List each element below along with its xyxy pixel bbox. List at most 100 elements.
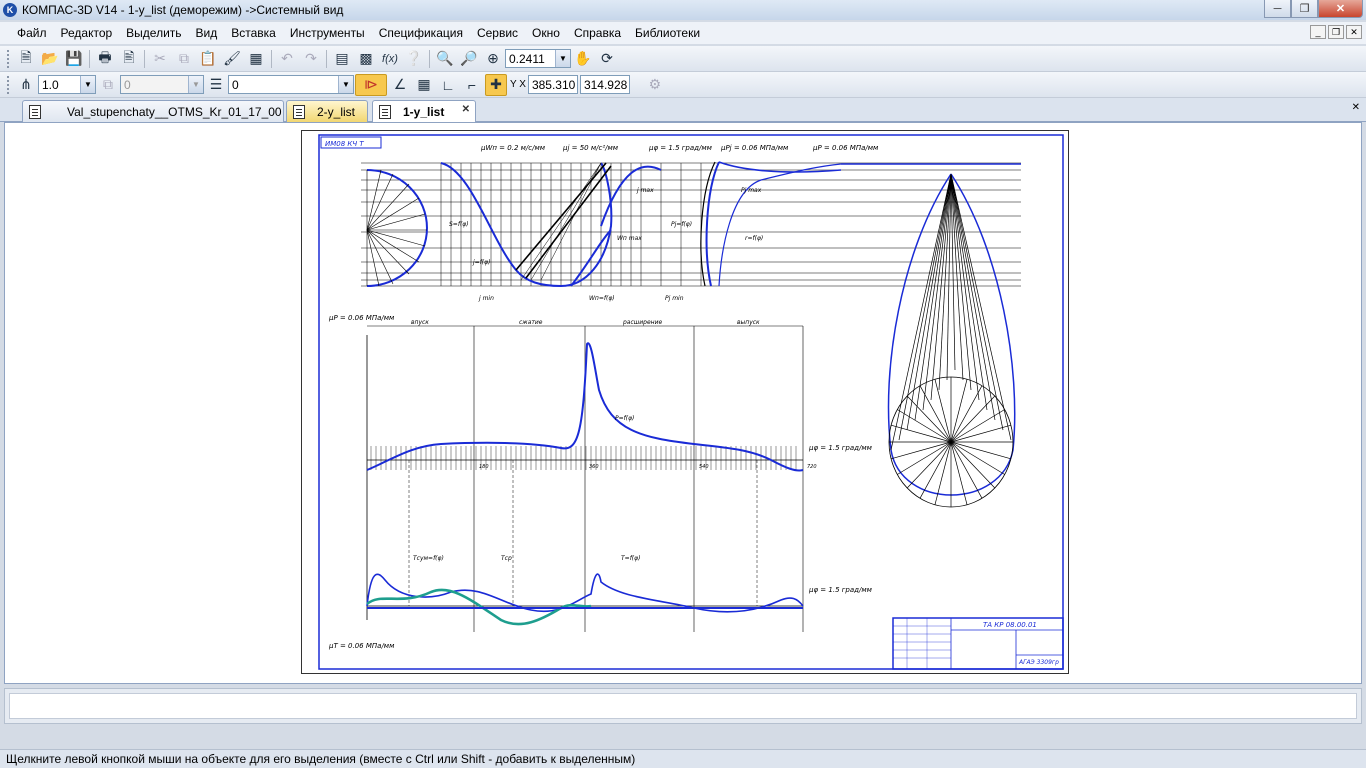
paste-button[interactable]: 📋 bbox=[197, 48, 219, 70]
label-mu-p: μP = 0.06 МПа/мм bbox=[328, 314, 395, 322]
drawing-workspace[interactable]: ИМ08 КЧ Т μWп = 0.2 м/с/мм μj = 50 м/с²/… bbox=[4, 122, 1362, 684]
close-button[interactable]: ✕ bbox=[1318, 0, 1363, 18]
kompas-app-icon[interactable]: K bbox=[3, 3, 17, 17]
new-file-icon: 🗎 bbox=[20, 48, 32, 65]
menu-help[interactable]: Справка bbox=[567, 26, 628, 40]
refresh-button[interactable]: ⟳ bbox=[596, 48, 618, 70]
chevron-down-icon[interactable]: ▼ bbox=[338, 76, 353, 93]
menu-tools[interactable]: Инструменты bbox=[283, 26, 372, 40]
ortho-button[interactable]: ⌐ bbox=[461, 74, 483, 96]
local-cs-button[interactable]: ∟ bbox=[437, 74, 459, 96]
function-icon: f(x) bbox=[382, 52, 398, 65]
zoom-scale-icon: ⊕ bbox=[487, 50, 499, 66]
manager-button[interactable]: ▤ bbox=[331, 48, 353, 70]
tab-2-y-list[interactable]: 2-y_list bbox=[286, 100, 368, 122]
close-icon[interactable]: ✕ bbox=[462, 104, 470, 115]
tab-label: 2-y_list bbox=[317, 104, 356, 119]
stamp-code: ТА КР 08.00.01 bbox=[983, 621, 1037, 629]
snap-button[interactable]: ⧐ bbox=[355, 73, 387, 96]
printer-icon: 🖶 bbox=[98, 48, 112, 65]
context-help-button[interactable]: ❔ bbox=[403, 48, 425, 70]
label-wn-f: Wп=f(φ) bbox=[589, 295, 615, 302]
zoom-scale-button[interactable]: ⊕ bbox=[482, 48, 504, 70]
grid-button[interactable]: ▦ bbox=[413, 74, 435, 96]
menu-select[interactable]: Выделить bbox=[119, 26, 188, 40]
menu-libraries[interactable]: Библиотеки bbox=[628, 26, 707, 40]
round-button[interactable]: ✚ bbox=[485, 73, 507, 96]
property-panel bbox=[4, 688, 1362, 724]
zoom-combo[interactable]: 0.2411 ▼ bbox=[505, 49, 571, 68]
chevron-down-icon[interactable]: ▼ bbox=[80, 76, 95, 93]
layer-button[interactable]: ⧉ bbox=[97, 74, 119, 96]
label-pj-max: Pj max bbox=[741, 187, 762, 194]
doc-minimize-button[interactable]: _ bbox=[1310, 25, 1326, 39]
coord-x-field[interactable]: 385.310 bbox=[527, 75, 578, 94]
menu-window[interactable]: Окно bbox=[525, 26, 567, 40]
property-panel-content[interactable] bbox=[9, 693, 1357, 719]
zoom-window-button[interactable]: 🔎 bbox=[458, 48, 480, 70]
status-hint: Щелкните левой кнопкой мыши на объекте д… bbox=[6, 752, 636, 766]
local-snap-button[interactable]: ∠ bbox=[389, 74, 411, 96]
undo-button[interactable]: ↶ bbox=[276, 48, 298, 70]
print-button[interactable]: 🖶 bbox=[94, 48, 116, 70]
redo-button[interactable]: ↷ bbox=[300, 48, 322, 70]
variables-button[interactable]: ▩ bbox=[355, 48, 377, 70]
format-brush-button[interactable]: 🖌 bbox=[221, 48, 243, 70]
local-snap-icon: ∠ bbox=[393, 76, 407, 92]
menu-specification[interactable]: Спецификация bbox=[372, 26, 470, 40]
menu-insert[interactable]: Вставка bbox=[224, 26, 283, 40]
pan-button[interactable]: ✋ bbox=[572, 48, 594, 70]
maximize-button[interactable]: ❐ bbox=[1291, 0, 1318, 18]
label-mu-p-right: μP = 0.06 МПа/мм bbox=[812, 144, 879, 152]
open-button[interactable]: 📂 bbox=[39, 48, 61, 70]
zoom-value: 0.2411 bbox=[509, 51, 545, 66]
chevron-down-icon[interactable]: ▼ bbox=[188, 76, 203, 93]
document-icon bbox=[379, 105, 391, 119]
zoom-in-button[interactable]: 🔍 bbox=[434, 48, 456, 70]
chevron-down-icon[interactable]: ▼ bbox=[555, 50, 570, 67]
magnet-icon: ⧐ bbox=[364, 76, 378, 92]
new-document-button[interactable]: 🗎 bbox=[15, 48, 37, 70]
drawing-sheet[interactable]: ИМ08 КЧ Т μWп = 0.2 м/с/мм μj = 50 м/с²/… bbox=[301, 130, 1069, 674]
properties-button[interactable]: ▦ bbox=[245, 48, 267, 70]
toolbar-grip[interactable] bbox=[7, 49, 11, 68]
pan-icon: ✋ bbox=[574, 50, 592, 66]
close-icon: ✕ bbox=[1335, 3, 1346, 15]
param-button[interactable]: ⚙ bbox=[644, 74, 666, 96]
xy-icon: Y X bbox=[510, 79, 526, 90]
menu-service[interactable]: Сервис bbox=[470, 26, 525, 40]
label-j-f: j=f(φ) bbox=[472, 259, 490, 266]
redo-icon: ↷ bbox=[305, 50, 317, 66]
cut-button[interactable]: ✂ bbox=[149, 48, 171, 70]
doc-restore-button[interactable]: ❐ bbox=[1328, 25, 1344, 39]
print-preview-button[interactable]: 🖹 bbox=[118, 48, 140, 70]
minimize-icon: ─ bbox=[1273, 2, 1282, 15]
scale-button[interactable]: ⋔ bbox=[15, 74, 37, 96]
top-stamp: ИМ08 КЧ Т bbox=[325, 140, 364, 148]
function-button[interactable]: f(x) bbox=[379, 48, 401, 70]
layer-combo[interactable]: 0 ▼ bbox=[120, 75, 204, 94]
minimize-button[interactable]: ─ bbox=[1264, 0, 1291, 18]
style-button[interactable]: ☰ bbox=[205, 74, 227, 96]
coord-x-value: 385.310 bbox=[531, 77, 576, 92]
tab-val-stupenchaty[interactable]: Val_stupenchaty__OTMS_Kr_01_17_00 bbox=[22, 100, 284, 122]
coord-y-field[interactable]: 314.928 bbox=[579, 75, 630, 94]
close-document-button[interactable]: ✕ bbox=[1352, 102, 1360, 113]
brush-icon: 🖌 bbox=[223, 50, 241, 66]
save-button[interactable]: 💾 bbox=[63, 48, 85, 70]
label-wn-max: Wп max bbox=[617, 235, 642, 242]
copy-button[interactable]: ⧉ bbox=[173, 48, 195, 70]
document-manager-icon: ▤ bbox=[335, 50, 349, 66]
tab-1-y-list[interactable]: 1-y_list ✕ bbox=[372, 100, 476, 123]
copy-icon: ⧉ bbox=[179, 50, 189, 66]
menu-editor[interactable]: Редактор bbox=[54, 26, 120, 40]
view-scale-combo[interactable]: 1.0 ▼ bbox=[38, 75, 96, 94]
standard-toolbar: 🗎 📂 💾 🖶 🖹 ✂ ⧉ 📋 🖌 ▦ ↶ ↷ ▤ ▩ f(x) ❔ 🔍 🔎 ⊕… bbox=[0, 46, 1366, 72]
menu-view[interactable]: Вид bbox=[189, 26, 225, 40]
tab-label: Val_stupenchaty__OTMS_Kr_01_17_00 bbox=[67, 104, 282, 119]
menu-file[interactable]: Файл bbox=[10, 26, 54, 40]
doc-close-button[interactable]: ✕ bbox=[1346, 25, 1362, 39]
style-combo[interactable]: 0 ▼ bbox=[228, 75, 354, 94]
toolbar-grip[interactable] bbox=[7, 75, 11, 94]
scale-icon: ⋔ bbox=[20, 76, 32, 92]
